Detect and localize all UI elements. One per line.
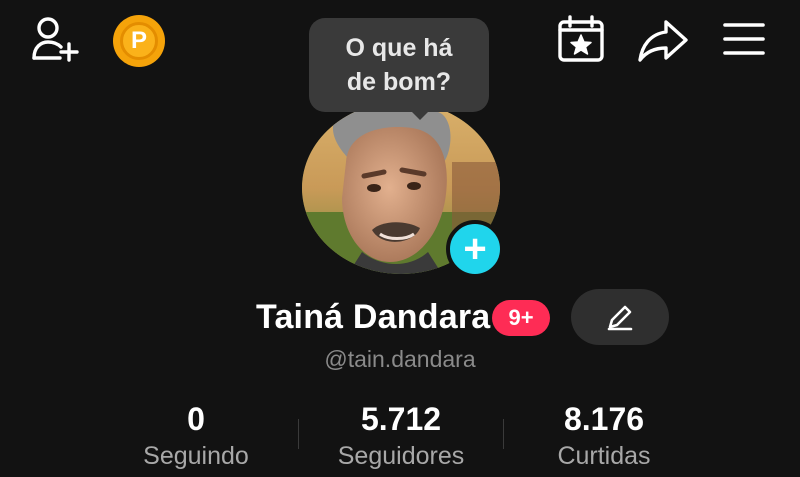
likes-count: 8.176 — [563, 401, 645, 437]
stat-likes[interactable]: 8.176 Curtidas — [494, 400, 714, 473]
menu-button[interactable] — [720, 18, 768, 60]
calendar-button[interactable] — [556, 15, 606, 63]
stat-followers[interactable]: 5.712 Seguidores — [291, 400, 511, 473]
following-label: Seguindo — [143, 442, 249, 470]
edit-profile-button[interactable] — [571, 289, 669, 345]
add-story-button[interactable]: + — [446, 220, 504, 278]
following-count: 0 — [187, 401, 205, 437]
share-arrow-icon — [638, 20, 688, 62]
share-button[interactable] — [636, 16, 690, 64]
hamburger-menu-icon — [723, 23, 765, 55]
stat-following[interactable]: 0 Seguindo — [86, 400, 306, 473]
coins-button[interactable]: P — [113, 15, 165, 67]
tooltip-tail — [408, 108, 432, 120]
followers-count: 5.712 — [360, 401, 442, 437]
add-friend-button[interactable] — [30, 14, 82, 64]
coin-icon: P — [120, 22, 158, 60]
calendar-star-icon — [558, 15, 604, 62]
profile-name: Tainá Dandara — [256, 298, 491, 336]
followers-label: Seguidores — [337, 442, 465, 470]
pencil-icon — [607, 305, 633, 331]
status-tooltip[interactable]: O que há de bom? — [309, 18, 489, 112]
likes-label: Curtidas — [557, 442, 651, 470]
person-plus-icon — [32, 17, 79, 62]
profile-username: @tain.dandara — [324, 346, 476, 372]
notification-badge[interactable]: 9+ — [492, 300, 550, 336]
